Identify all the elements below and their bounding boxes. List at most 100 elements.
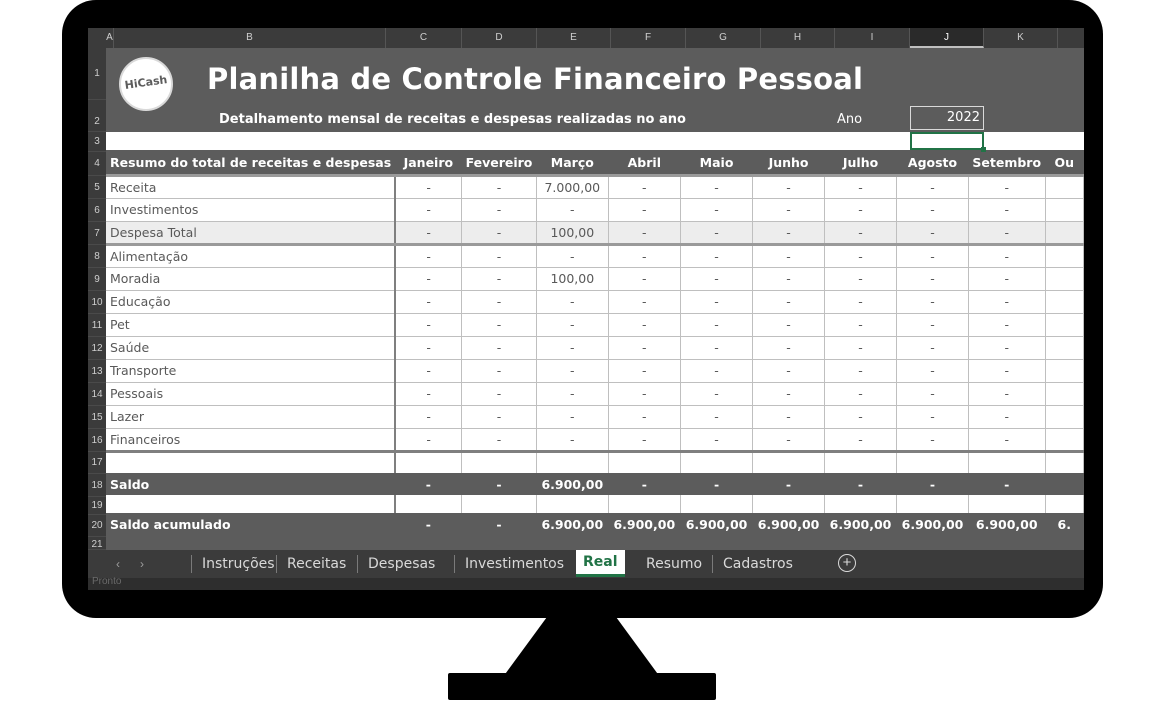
saldo-acumulado-row-cell[interactable]: 6.900,00 (752, 513, 825, 535)
table-row-cell[interactable]: - (395, 336, 463, 360)
column-header-B[interactable]: B (114, 28, 386, 48)
saldo-acumulado-row-cell[interactable]: - (395, 513, 462, 535)
table-row-label[interactable]: Transporte (106, 359, 397, 383)
table-row-cell[interactable]: - (461, 175, 537, 199)
table-row-cell[interactable]: - (395, 267, 463, 291)
row-header[interactable]: 16 (88, 429, 106, 452)
table-row-cell[interactable]: - (461, 428, 537, 453)
row-header[interactable]: 19 (88, 497, 106, 515)
table-row-cell[interactable]: - (896, 175, 969, 199)
table-row-cell[interactable]: - (896, 290, 969, 314)
table-row-cell[interactable]: - (608, 405, 681, 429)
spacer-row-cell[interactable] (536, 451, 609, 473)
table-header-row-cell[interactable]: Fevereiro (461, 152, 537, 177)
table-header-row-cell[interactable]: Janeiro (395, 152, 462, 177)
table-row-cell[interactable]: - (395, 313, 463, 337)
selected-cell[interactable] (910, 132, 984, 150)
table-row-cell[interactable] (1045, 313, 1084, 337)
column-header-H[interactable]: H (761, 28, 835, 48)
saldo-row-cell[interactable]: - (824, 473, 897, 495)
row-header[interactable]: 2 (88, 100, 106, 132)
table-row-cell[interactable]: - (395, 221, 463, 246)
saldo-row-cell[interactable]: - (461, 473, 537, 495)
table-row-cell[interactable]: - (752, 267, 825, 291)
table-row-cell[interactable]: - (752, 175, 825, 199)
table-row-cell[interactable]: - (824, 428, 898, 453)
saldo-row-cell[interactable]: - (896, 473, 969, 495)
table-row-cell[interactable]: - (752, 428, 825, 453)
column-header-G[interactable]: G (686, 28, 761, 48)
table-row-cell[interactable]: - (896, 198, 969, 222)
table-row-label[interactable]: Alimentação (106, 244, 397, 268)
saldo-row-cell[interactable]: - (752, 473, 825, 495)
saldo-acumulado-row-cell[interactable]: 6.900,00 (536, 513, 609, 535)
saldo-row-cell[interactable]: - (608, 473, 681, 495)
table-row-cell[interactable] (1045, 244, 1084, 268)
saldo-acumulado-row-cell[interactable]: - (461, 513, 537, 535)
spacer-row-cell[interactable] (608, 495, 681, 513)
saldo-acumulado-row-cell[interactable]: 6.900,00 (968, 513, 1046, 535)
table-row-cell[interactable] (1045, 175, 1084, 199)
spacer-row-cell[interactable] (896, 495, 969, 513)
prev-sheet-button[interactable]: ‹ (116, 550, 120, 578)
table-row-cell[interactable]: - (752, 313, 825, 337)
table-row-cell[interactable]: - (968, 267, 1046, 291)
table-row-cell[interactable]: - (395, 359, 463, 383)
table-row-cell[interactable]: - (536, 336, 609, 360)
table-row-cell[interactable]: - (680, 244, 754, 268)
row-header[interactable]: 12 (88, 337, 106, 360)
table-row-cell[interactable]: - (896, 405, 969, 429)
table-row-cell[interactable]: - (752, 382, 825, 406)
column-header-A[interactable]: A (106, 28, 114, 48)
row-header[interactable]: 15 (88, 406, 106, 429)
table-header-row-cell[interactable]: Setembro (968, 152, 1046, 177)
spacer-row-cell[interactable] (824, 495, 898, 513)
table-row-cell[interactable] (1045, 221, 1084, 246)
column-header-K[interactable]: K (984, 28, 1058, 48)
row-header[interactable]: 9 (88, 268, 106, 291)
tab-receitas[interactable]: Receitas (276, 555, 346, 573)
table-row-cell[interactable]: 7.000,00 (536, 175, 609, 199)
table-row-cell[interactable]: - (608, 267, 681, 291)
table-row-cell[interactable]: - (968, 428, 1046, 453)
table-row-cell[interactable]: - (395, 198, 463, 222)
row-header[interactable]: 20 (88, 515, 106, 537)
table-row-cell[interactable]: - (680, 267, 754, 291)
column-header-C[interactable]: C (386, 28, 462, 48)
table-row-cell[interactable]: - (395, 290, 463, 314)
table-row-cell[interactable]: - (608, 290, 681, 314)
table-row-label[interactable]: Pet (106, 313, 397, 337)
saldo-acumulado-row-cell[interactable]: 6.900,00 (680, 513, 753, 535)
table-row-cell[interactable]: - (968, 290, 1046, 314)
row-header[interactable]: 4 (88, 152, 106, 176)
table-row-cell[interactable]: - (824, 221, 898, 246)
spacer-row-cell[interactable] (896, 451, 969, 473)
spacer-row-cell[interactable] (395, 451, 463, 473)
row-header[interactable]: 10 (88, 291, 106, 314)
saldo-acumulado-row-label[interactable]: Saldo acumulado (106, 513, 396, 535)
column-header-E[interactable]: E (537, 28, 611, 48)
table-row-cell[interactable]: - (752, 198, 825, 222)
table-row-cell[interactable]: - (752, 336, 825, 360)
table-row-cell[interactable]: - (461, 336, 537, 360)
table-row-cell[interactable]: - (824, 382, 898, 406)
table-row-cell[interactable]: - (461, 267, 537, 291)
tab-real[interactable]: Real (576, 550, 625, 577)
table-row-cell[interactable]: - (536, 313, 609, 337)
table-row-cell[interactable] (1045, 428, 1084, 453)
table-row-label[interactable]: Moradia (106, 267, 397, 291)
table-row-label[interactable]: Educação (106, 290, 397, 314)
table-row-cell[interactable]: - (968, 359, 1046, 383)
table-row-cell[interactable]: 100,00 (536, 267, 609, 291)
table-row-cell[interactable]: - (824, 290, 898, 314)
table-row-cell[interactable]: - (608, 221, 681, 246)
table-row-cell[interactable]: - (536, 198, 609, 222)
table-row-cell[interactable] (1045, 290, 1084, 314)
table-row-cell[interactable]: - (395, 244, 463, 268)
table-row-cell[interactable] (1045, 359, 1084, 383)
table-row-cell[interactable]: - (608, 198, 681, 222)
table-row-cell[interactable]: - (536, 382, 609, 406)
next-sheet-button[interactable]: › (140, 550, 144, 578)
table-row-cell[interactable]: - (536, 428, 609, 453)
saldo-row-label[interactable]: Saldo (106, 473, 396, 495)
